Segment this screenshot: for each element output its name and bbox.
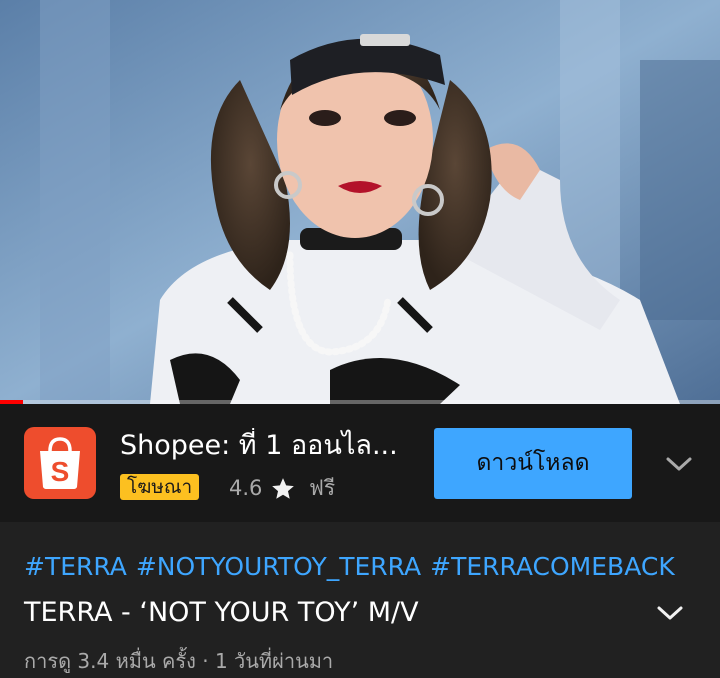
chevron-down-icon[interactable] [664, 452, 694, 476]
star-icon [272, 478, 294, 499]
hashtag-link[interactable]: #NOTYOURTOY_TERRA [136, 552, 421, 581]
video-meta: การดู 3.4 หมื่น ครั้ง · 1 วันที่ผ่านมา [24, 649, 334, 673]
hashtag-link[interactable]: #TERRA [24, 552, 127, 581]
video-title[interactable]: TERRA - ‘NOT YOUR TOY’ M/V [24, 594, 419, 632]
hashtag-link[interactable]: #TERRACOMEBACK [430, 552, 675, 581]
ad-price: ฟรี [309, 476, 336, 500]
video-frame [0, 0, 720, 404]
chevron-down-icon[interactable] [655, 601, 685, 625]
shopee-logo-letter: S [51, 456, 70, 487]
ad-banner[interactable]: S Shopee: ที่ 1 ออนไล... โฆษณา 4.6 ฟรี ด… [0, 404, 720, 522]
app-screen: S Shopee: ที่ 1 ออนไล... โฆษณา 4.6 ฟรี ด… [0, 0, 720, 678]
ad-title[interactable]: Shopee: ที่ 1 ออนไล... [120, 428, 420, 464]
video-player[interactable] [0, 0, 720, 404]
ad-rating: 4.6 [229, 476, 263, 500]
shopee-bag-icon[interactable]: S [24, 427, 96, 499]
hashtag-list: #TERRA #NOTYOURTOY_TERRA #TERRACOMEBACK [24, 549, 684, 585]
ad-badge: โฆษณา [120, 474, 200, 500]
download-button[interactable]: ดาวน์โหลด [434, 428, 632, 499]
